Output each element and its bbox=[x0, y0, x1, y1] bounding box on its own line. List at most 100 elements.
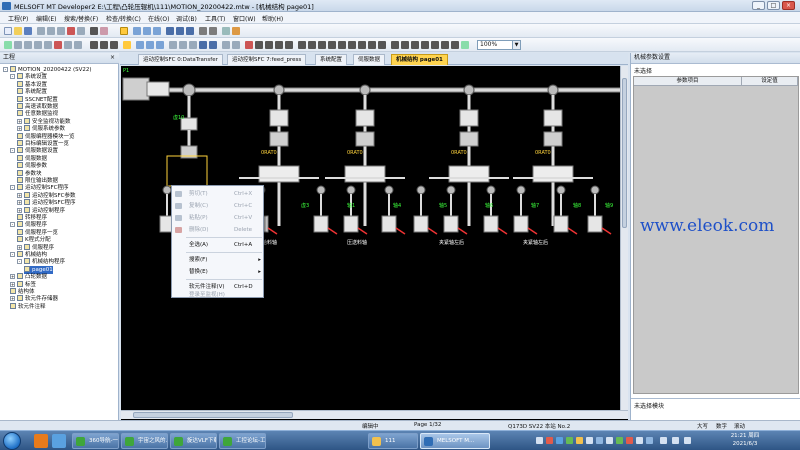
language-icon[interactable] bbox=[660, 437, 667, 444]
tool-icon[interactable] bbox=[136, 41, 144, 49]
taskbar-button[interactable]: 宇宙之风的... bbox=[121, 433, 168, 449]
menu-search-replace[interactable]: 搜索/替换(F) bbox=[64, 14, 98, 23]
tool-icon[interactable] bbox=[34, 41, 42, 49]
read-plc-icon[interactable] bbox=[166, 27, 174, 35]
menu-online[interactable]: 在线(O) bbox=[148, 14, 169, 23]
help-icon[interactable] bbox=[232, 27, 240, 35]
paste-icon[interactable] bbox=[57, 27, 65, 35]
menu-item-delete[interactable]: 删除(D) Delete bbox=[172, 224, 265, 236]
menu-edit[interactable]: 编辑(E) bbox=[36, 14, 56, 23]
tray-icon[interactable] bbox=[576, 437, 583, 444]
close-button[interactable]: × bbox=[782, 1, 795, 10]
expand-icon[interactable]: + bbox=[17, 192, 22, 198]
menu-item-cut[interactable]: 剪切(T) Ctrl+X bbox=[172, 188, 265, 200]
clock[interactable]: 21:21 周四 2021/6/3 bbox=[700, 432, 790, 448]
tool-icon[interactable] bbox=[338, 41, 346, 49]
tool-icon[interactable] bbox=[358, 41, 366, 49]
tool-icon[interactable] bbox=[64, 41, 72, 49]
menu-item-search[interactable]: 搜索(F) ▸ bbox=[172, 254, 265, 266]
tool-icon[interactable] bbox=[308, 41, 316, 49]
taskbar-button[interactable]: 工控论坛-工控... bbox=[219, 433, 266, 449]
menu-item-copy[interactable]: 复制(C) Ctrl+C bbox=[172, 200, 265, 212]
tray-icon[interactable] bbox=[626, 437, 633, 444]
find-icon[interactable] bbox=[90, 27, 98, 35]
tray-icon[interactable] bbox=[566, 437, 573, 444]
expand-icon[interactable]: + bbox=[17, 118, 22, 124]
tab-sfc-datatransfer[interactable]: 运动控制SFC 0:DataTransfer bbox=[138, 54, 223, 65]
column-header-item[interactable]: 参数项目 bbox=[634, 77, 742, 86]
expand-icon[interactable]: + bbox=[17, 207, 22, 213]
verify-plc-icon[interactable] bbox=[186, 27, 194, 35]
menu-item-register-monitor[interactable]: 登录至监视(H) bbox=[172, 291, 265, 299]
tool-icon[interactable] bbox=[156, 41, 164, 49]
tool-icon[interactable] bbox=[411, 41, 419, 49]
maximize-button[interactable]: □ bbox=[767, 1, 780, 10]
quicklaunch-icon[interactable] bbox=[34, 434, 48, 448]
tool-icon[interactable] bbox=[199, 41, 207, 49]
tool-icon[interactable] bbox=[245, 41, 253, 49]
tray-icon[interactable] bbox=[546, 437, 553, 444]
delete-icon[interactable] bbox=[67, 27, 75, 35]
tool-icon[interactable] bbox=[431, 41, 439, 49]
tool-icon[interactable] bbox=[110, 41, 118, 49]
cut-icon[interactable] bbox=[37, 27, 45, 35]
zoom-in-icon[interactable] bbox=[461, 41, 469, 49]
taskbar-button[interactable]: 111 bbox=[368, 433, 418, 449]
tray-icon[interactable] bbox=[636, 437, 643, 444]
collapse-icon[interactable]: - bbox=[10, 252, 15, 257]
window-tile-icon[interactable] bbox=[133, 27, 141, 35]
canvas-vertical-scrollbar[interactable] bbox=[620, 66, 628, 410]
tool-icon[interactable] bbox=[378, 41, 386, 49]
tool-icon[interactable] bbox=[265, 41, 273, 49]
tray-icon[interactable] bbox=[586, 437, 593, 444]
expand-icon[interactable]: + bbox=[17, 244, 22, 250]
collapse-icon[interactable]: - bbox=[10, 148, 15, 154]
menu-item-paste[interactable]: 粘贴(P) Ctrl+V bbox=[172, 212, 265, 224]
tool-icon[interactable] bbox=[318, 41, 326, 49]
tool-icon[interactable] bbox=[222, 41, 230, 49]
replace-icon[interactable] bbox=[100, 27, 108, 35]
tray-icon[interactable] bbox=[536, 437, 543, 444]
tool-icon[interactable] bbox=[348, 41, 356, 49]
test-icon[interactable] bbox=[222, 27, 230, 35]
save-icon[interactable] bbox=[24, 27, 32, 35]
write-plc-icon[interactable] bbox=[176, 27, 184, 35]
tab-servo-data[interactable]: 伺服数据 bbox=[353, 54, 386, 65]
tray-icon[interactable] bbox=[606, 437, 613, 444]
monitor-stop-icon[interactable] bbox=[209, 27, 217, 35]
collapse-icon[interactable]: - bbox=[10, 185, 15, 191]
quicklaunch-icon[interactable] bbox=[52, 434, 66, 448]
tray-icon[interactable] bbox=[596, 437, 603, 444]
open-icon[interactable] bbox=[14, 27, 22, 35]
undo-icon[interactable] bbox=[77, 27, 85, 35]
tool-icon[interactable] bbox=[44, 41, 52, 49]
taskbar-button[interactable]: 旋达VLF下载... bbox=[170, 433, 217, 449]
monitor-icon[interactable] bbox=[199, 27, 207, 35]
menu-check-convert[interactable]: 检查/转换(C) bbox=[106, 14, 141, 23]
tool-icon[interactable] bbox=[123, 41, 131, 49]
tool-icon[interactable] bbox=[298, 41, 306, 49]
tool-icon[interactable] bbox=[146, 41, 154, 49]
tool-icon[interactable] bbox=[391, 41, 399, 49]
tool-icon[interactable] bbox=[179, 41, 187, 49]
tool-icon[interactable] bbox=[232, 41, 240, 49]
tool-icon[interactable] bbox=[441, 41, 449, 49]
menu-window[interactable]: 窗口(W) bbox=[233, 14, 256, 23]
taskbar-button[interactable]: MELSOFT M... bbox=[420, 433, 490, 449]
collapse-icon[interactable]: - bbox=[17, 259, 22, 265]
tool-icon[interactable] bbox=[255, 41, 263, 49]
column-header-value[interactable]: 设定值 bbox=[742, 77, 798, 86]
new-icon[interactable] bbox=[4, 27, 12, 35]
tool-icon[interactable] bbox=[14, 41, 22, 49]
tab-system-config[interactable]: 系统配置 bbox=[315, 54, 348, 65]
menu-project[interactable]: 工程(P) bbox=[8, 14, 28, 23]
expand-icon[interactable]: + bbox=[10, 296, 15, 302]
tool-icon[interactable] bbox=[421, 41, 429, 49]
tray-icon[interactable] bbox=[556, 437, 563, 444]
tray-icon[interactable] bbox=[646, 437, 653, 444]
tool-icon[interactable] bbox=[90, 41, 98, 49]
tool-icon[interactable] bbox=[401, 41, 409, 49]
tray-icon[interactable] bbox=[616, 437, 623, 444]
tool-icon[interactable] bbox=[24, 41, 32, 49]
window-cascade-icon[interactable] bbox=[143, 27, 151, 35]
